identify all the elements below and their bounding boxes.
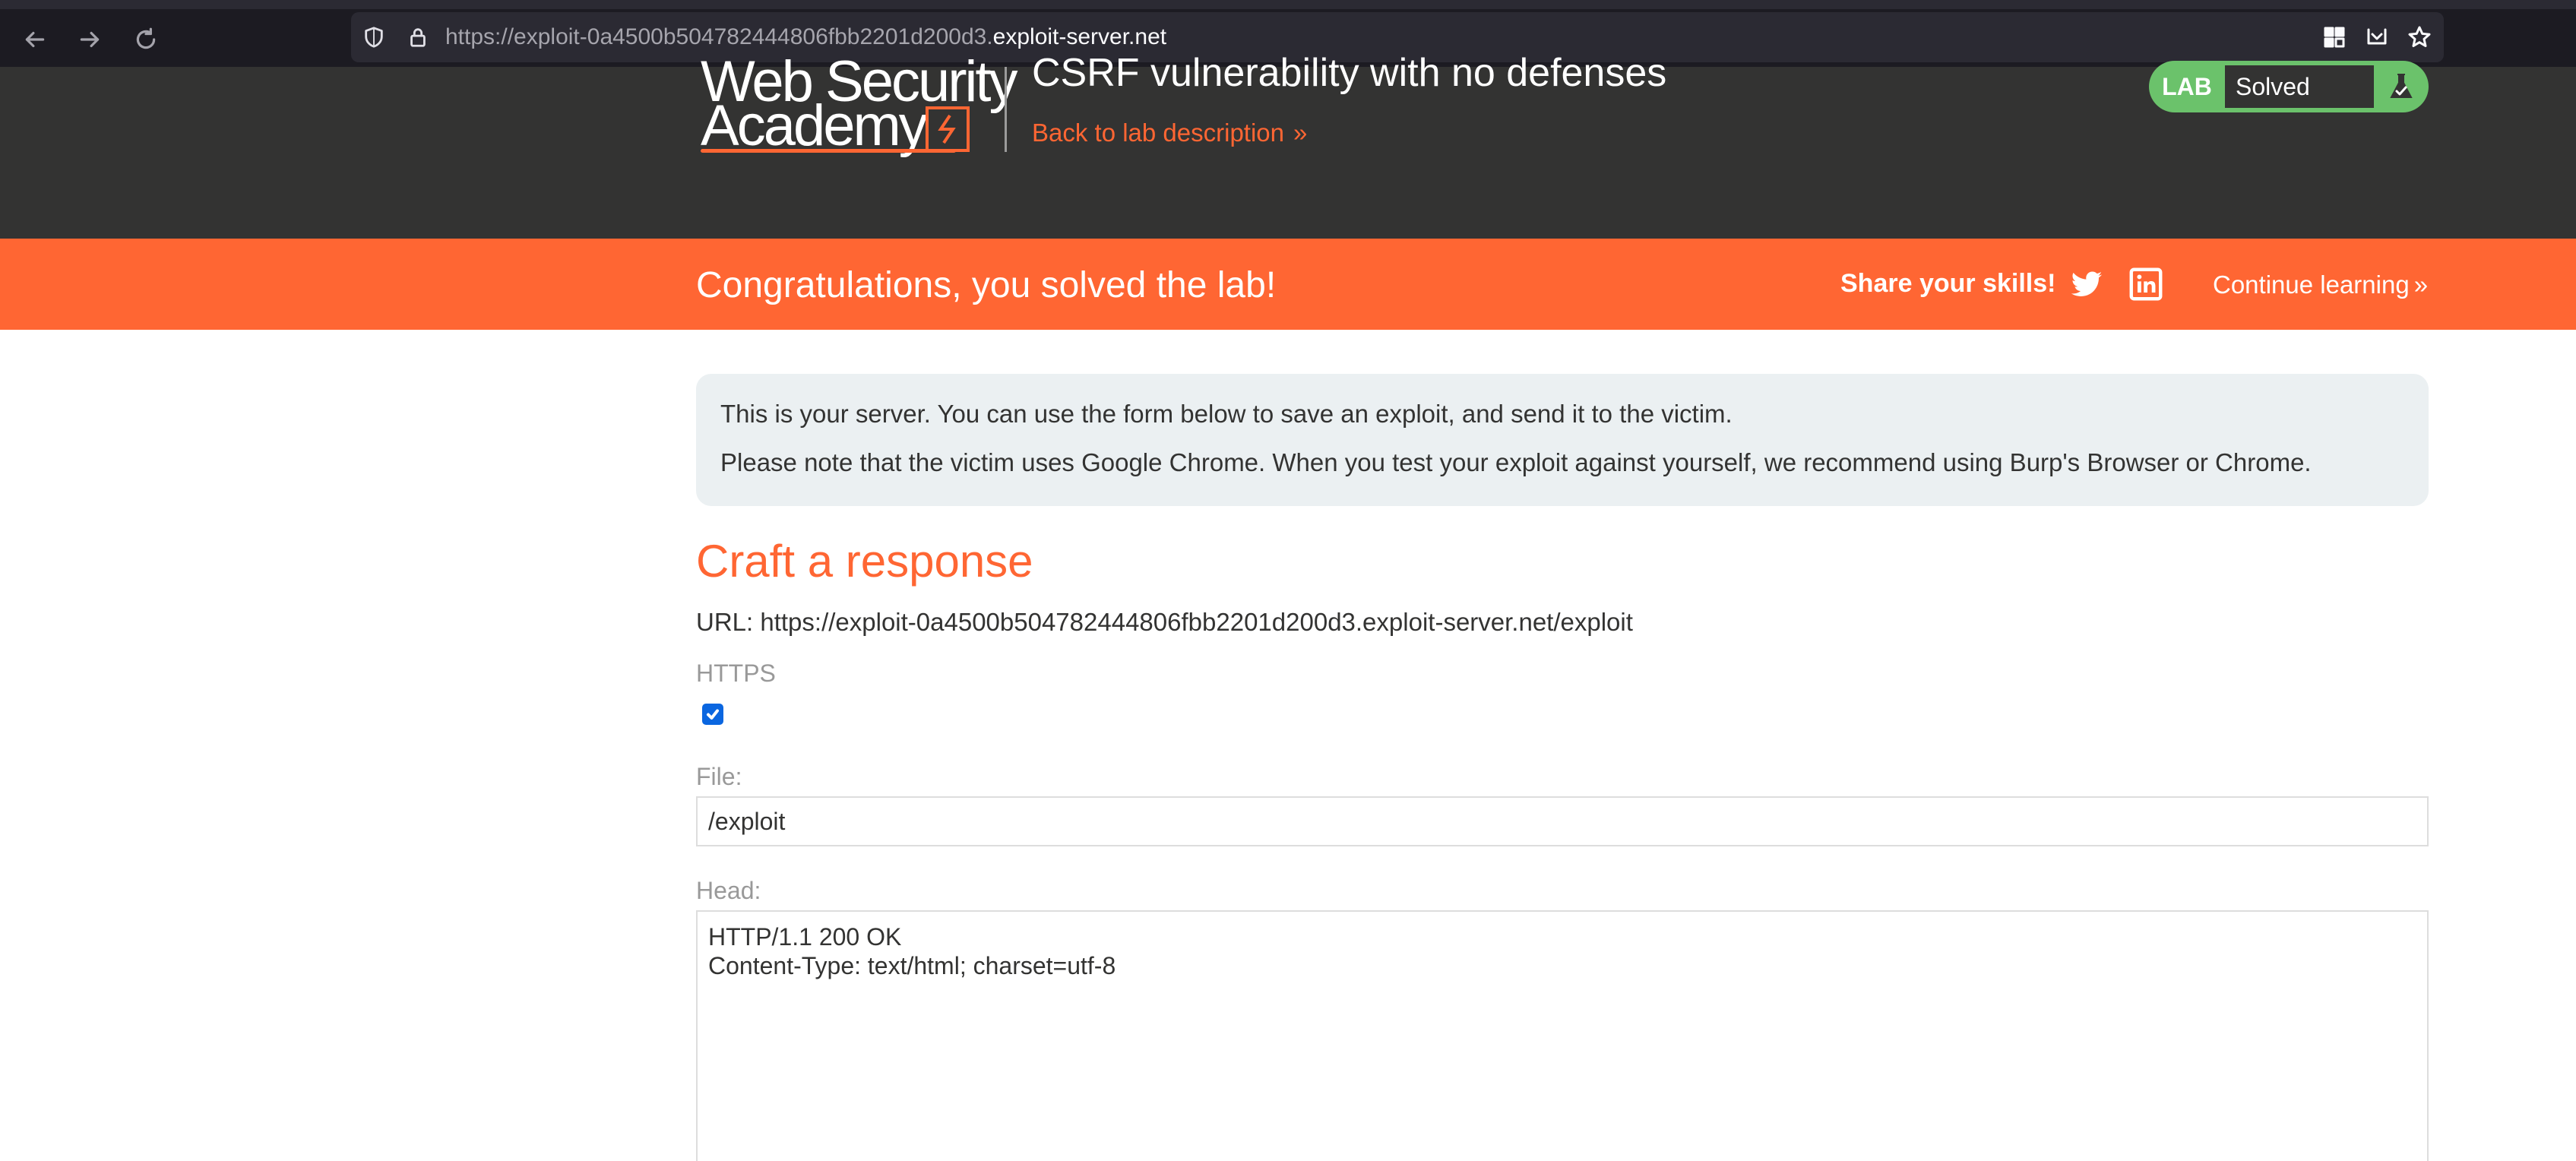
info-line-2: Please note that the victim uses Google … [720, 448, 2312, 476]
https-label: HTTPS [696, 660, 776, 687]
lab-status-value: Solved [2225, 65, 2374, 108]
continue-learning-label: Continue learning [2213, 270, 2410, 299]
head-label: Head: [696, 877, 761, 904]
linkedin-icon[interactable] [2129, 267, 2163, 301]
continue-learning-link[interactable]: Continue learning» [2213, 270, 2429, 299]
shield-icon[interactable] [359, 22, 389, 52]
url-prefix: https://exploit-0a4500b504782444806fbb22… [445, 24, 993, 49]
exploit-url: URL: https://exploit-0a4500b504782444806… [696, 608, 1633, 636]
file-label: File: [696, 763, 742, 790]
chevron-right-icon: » [2413, 270, 2429, 299]
forward-arrow-icon[interactable] [68, 18, 111, 61]
logo-lightning-icon [926, 106, 970, 152]
checkmark-icon [707, 709, 719, 720]
logo-underline [701, 149, 956, 153]
back-arrow-icon[interactable] [14, 18, 56, 61]
lab-title: CSRF vulnerability with no defenses [1032, 51, 1667, 95]
back-link-label: Back to lab description [1032, 119, 1285, 147]
info-line-1: This is your server. You can use the for… [720, 400, 1733, 428]
https-checkbox[interactable] [702, 704, 723, 725]
flask-solved-icon [2374, 61, 2429, 112]
craft-response-heading: Craft a response [696, 536, 1033, 587]
lab-status-widget: LAB Solved [2149, 61, 2429, 112]
lab-tag: LAB [2162, 72, 2212, 100]
page-root: https://exploit-0a4500b504782444806fbb22… [0, 0, 2576, 1161]
head-textarea[interactable]: HTTP/1.1 200 OK Content-Type: text/html;… [696, 910, 2429, 1161]
lock-icon[interactable] [403, 22, 433, 52]
bookmark-star-icon[interactable] [2403, 21, 2436, 54]
server-info-box: This is your server. You can use the for… [696, 374, 2429, 506]
congratulations-banner: Congratulations, you solved the lab! Sha… [0, 239, 2576, 330]
logo-line2: Academy [701, 93, 928, 158]
url-host: exploit-server.net [992, 24, 1167, 49]
save-to-pocket-icon[interactable] [2360, 21, 2394, 54]
twitter-icon[interactable] [2070, 267, 2103, 301]
file-input[interactable] [696, 796, 2429, 846]
header-divider [1005, 67, 1007, 152]
head-line-status: HTTP/1.1 200 OK [708, 923, 902, 951]
chevron-right-icon: » [1293, 119, 1308, 147]
reload-icon[interactable] [125, 18, 167, 61]
lab-header: Web Security Academy CSRF vulnerability … [0, 51, 2576, 239]
extensions-grid-icon[interactable] [2318, 21, 2351, 54]
share-skills-label: Share your skills! [1840, 269, 2056, 298]
web-security-academy-logo[interactable]: Web Security Academy [696, 53, 1018, 160]
back-to-lab-description-link[interactable]: Back to lab description » [1032, 119, 1308, 147]
url-text[interactable]: https://exploit-0a4500b504782444806fbb22… [445, 24, 1166, 50]
head-line-content-type: Content-Type: text/html; charset=utf-8 [708, 952, 1116, 979]
congratulations-message: Congratulations, you solved the lab! [696, 265, 1277, 305]
